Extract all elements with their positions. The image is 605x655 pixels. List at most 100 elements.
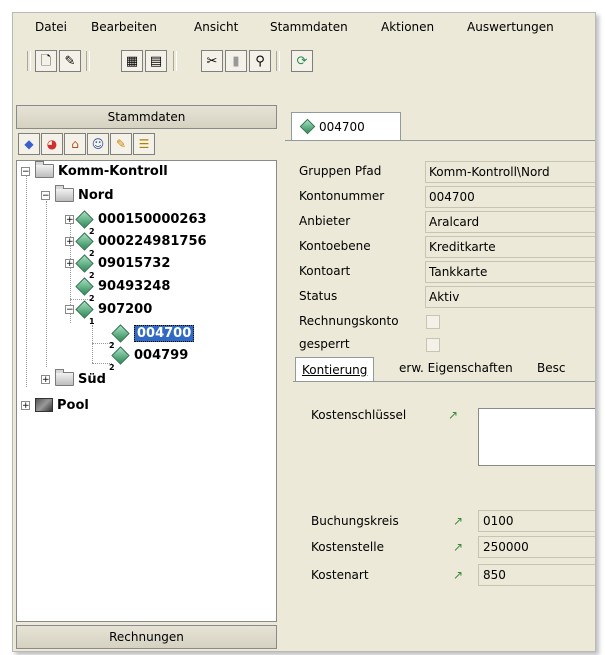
accounts-category-button[interactable]: ◆	[18, 133, 40, 155]
kontoart-field[interactable]: Tankkarte	[425, 261, 595, 283]
search-button[interactable]: ⚲	[249, 50, 271, 72]
users-category-button[interactable]: ☺	[87, 133, 109, 155]
user-icon: ☺	[91, 137, 105, 151]
kostenart-field[interactable]: 850	[478, 564, 595, 586]
refresh-button[interactable]: ⟳	[291, 50, 313, 72]
tree-label: 09015732	[98, 255, 171, 271]
diamond-icon: ◆	[24, 137, 34, 151]
tree-connector	[46, 201, 47, 367]
refresh-icon: ⟳	[296, 53, 308, 69]
label-gesperrt: gesperrt	[299, 337, 350, 351]
list-category-button[interactable]: ☰	[133, 133, 155, 155]
menu-datei[interactable]: Datei	[35, 20, 67, 34]
sublevel-marker: 2	[109, 363, 115, 372]
edit-category-button[interactable]: ✎	[110, 133, 132, 155]
kontoebene-field[interactable]: Kreditkarte	[425, 236, 595, 258]
link-arrow-icon[interactable]: ↗	[453, 568, 463, 582]
account-tree[interactable]: − Komm-Kontroll − Nord + 000150000263 + …	[16, 160, 277, 622]
expand-icon[interactable]: +	[65, 258, 74, 268]
label-kostenschluessel: Kostenschlüssel	[311, 408, 407, 422]
sublevel-marker: 2	[109, 341, 115, 350]
cut-button[interactable]: ✂	[201, 50, 223, 72]
organization-category-button[interactable]: ⌂	[64, 133, 86, 155]
label-anbieter: Anbieter	[299, 214, 351, 228]
link-arrow-icon[interactable]: ↗	[453, 514, 463, 528]
table-view-button[interactable]: ▦	[121, 50, 143, 72]
collapse-icon[interactable]: −	[41, 190, 50, 200]
gesperrt-checkbox[interactable]	[426, 338, 440, 352]
rechnungen-header[interactable]: Rechnungen	[16, 625, 277, 649]
folder-icon	[55, 185, 74, 202]
tree-label: Pool	[57, 397, 89, 413]
toolbar-separator	[86, 51, 90, 71]
label-status: Status	[299, 289, 338, 303]
stammdaten-header[interactable]: Stammdaten	[16, 105, 277, 129]
chart-category-button[interactable]: ◕	[41, 133, 63, 155]
sublevel-marker: 2	[89, 249, 95, 258]
tree-node-account[interactable]: + 09015732	[65, 253, 170, 273]
link-arrow-icon[interactable]: ↗	[448, 408, 458, 422]
status-field[interactable]: Aktiv	[425, 286, 595, 308]
tab-kontierung[interactable]: Kontierung	[295, 357, 375, 381]
tree-node-account-selected[interactable]: 004700	[110, 323, 195, 343]
pool-icon	[35, 398, 53, 412]
magnifier-icon: ⚲	[255, 53, 265, 69]
edit-button[interactable]: ✎	[59, 50, 81, 72]
kontonummer-field[interactable]: 004700	[425, 186, 595, 208]
tree-label: Süd	[78, 371, 106, 387]
tab-004700[interactable]: 004700	[291, 112, 401, 140]
tree-label: 000150000263	[98, 211, 207, 227]
anbieter-field[interactable]: Aralcard	[425, 211, 595, 233]
tree-node-pool[interactable]: + Pool	[21, 395, 89, 415]
expand-icon[interactable]: +	[41, 374, 50, 384]
expand-icon[interactable]: +	[65, 236, 74, 246]
sublevel-marker: 2	[89, 227, 95, 236]
tree-label: Nord	[78, 187, 114, 203]
label-buchungskreis: Buchungskreis	[311, 514, 399, 528]
folder-icon	[35, 161, 54, 178]
collapse-icon[interactable]: −	[65, 304, 74, 314]
subtab-bar: Kontierung erw. Eigenschaften Besc	[293, 357, 595, 381]
kontierung-panel: Kostenschlüssel ↗ Buchungskreis ↗ 0100 K…	[293, 381, 595, 616]
gruppen-pfad-field[interactable]: Komm-Kontroll\Nord	[425, 161, 595, 183]
application-window: Datei Bearbeiten Ansicht Stammdaten Akti…	[12, 12, 596, 652]
collapse-icon[interactable]: −	[21, 166, 30, 176]
note-edit-icon: ✎	[115, 137, 127, 151]
expand-icon[interactable]: +	[65, 214, 74, 224]
form-view-button[interactable]: ▤	[145, 50, 167, 72]
tab-erw-eigenschaften[interactable]: erw. Eigenschaften	[393, 357, 519, 379]
tree-node-nord[interactable]: − Nord	[41, 185, 114, 205]
label-kostenstelle: Kostenstelle	[311, 540, 384, 554]
kostenstelle-field[interactable]: 250000	[478, 536, 595, 558]
tree-node-account[interactable]: 004799	[110, 345, 188, 365]
tree-label: 907200	[98, 301, 153, 317]
sublevel-marker: 2	[89, 271, 95, 280]
toolbar-separator	[173, 51, 177, 71]
tree-node-komm-kontroll[interactable]: − Komm-Kontroll	[21, 161, 168, 181]
menu-aktionen[interactable]: Aktionen	[381, 20, 434, 34]
scissors-icon: ✂	[206, 53, 218, 69]
expand-icon[interactable]: +	[21, 400, 30, 410]
buchungskreis-field[interactable]: 0100	[478, 510, 595, 532]
menu-ansicht[interactable]: Ansicht	[194, 20, 238, 34]
toolbar: 🗋 ✎ ▦ ▤ ✂ ▮ ⚲ ⟳	[13, 47, 595, 77]
link-arrow-icon[interactable]: ↗	[453, 540, 463, 554]
kostenschluessel-textarea[interactable]	[478, 408, 595, 466]
menu-stammdaten[interactable]: Stammdaten	[270, 20, 348, 34]
tree-label: 000224981756	[98, 233, 207, 249]
new-document-button[interactable]: 🗋	[35, 50, 57, 72]
delete-button[interactable]: ▮	[225, 50, 247, 72]
menu-bearbeiten[interactable]: Bearbeiten	[91, 20, 157, 34]
account-icon	[299, 118, 316, 135]
rechnungskonto-checkbox[interactable]	[426, 315, 440, 329]
tab-beschreibung[interactable]: Besc	[531, 357, 571, 379]
tree-node-account[interactable]: − 907200	[65, 299, 152, 319]
menu-bar: Datei Bearbeiten Ansicht Stammdaten Akti…	[13, 13, 595, 41]
menu-auswertungen[interactable]: Auswertungen	[467, 20, 554, 34]
tab-label: Kontierung	[302, 362, 368, 377]
tree-node-account[interactable]: + 000224981756	[65, 231, 207, 251]
edit-icon: ✎	[64, 53, 76, 69]
tree-node-account[interactable]: + 000150000263	[65, 209, 207, 229]
tree-node-sued[interactable]: + Süd	[41, 369, 106, 389]
list-icon: ☰	[138, 137, 150, 151]
